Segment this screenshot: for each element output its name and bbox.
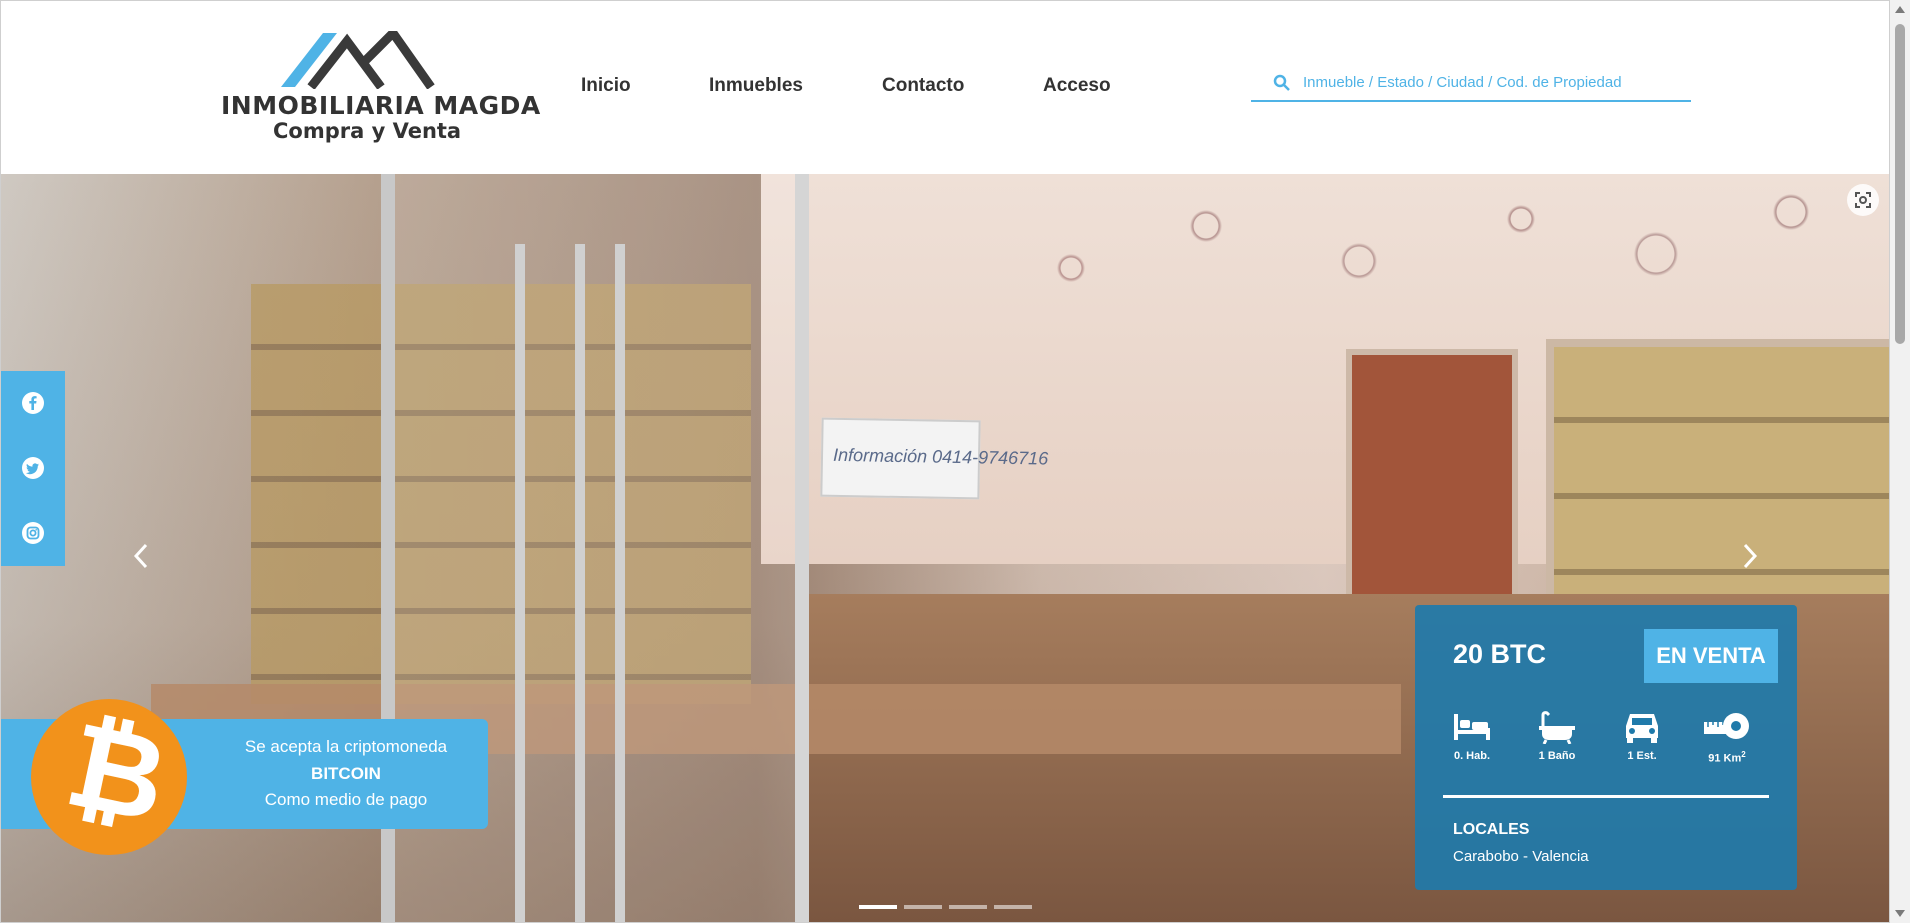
nav-item-inicio[interactable]: Inicio	[581, 75, 631, 97]
property-type: LOCALES	[1453, 821, 1530, 838]
car-icon	[1626, 714, 1658, 743]
slider-dot[interactable]	[904, 905, 942, 909]
scroll-up-icon[interactable]	[1895, 6, 1905, 13]
scroll-thumb[interactable]	[1895, 24, 1905, 344]
feature-area: 91 Km2	[1697, 710, 1757, 765]
property-card[interactable]: 20 BTC EN VENTA 0. Hab. 1 Baño 1 Est. 91…	[1415, 605, 1797, 890]
feature-area-value: 91 Km	[1708, 752, 1742, 765]
slider-dot[interactable]	[994, 905, 1032, 909]
feature-area-unit-sup: 2	[1741, 750, 1746, 759]
page: INMOBILIARIA MAGDA Compra y Venta Inicio…	[0, 0, 1890, 923]
card-divider	[1443, 795, 1769, 798]
nav-item-inmuebles[interactable]: Inmuebles	[709, 75, 803, 97]
slide-photo-decor	[981, 184, 1881, 324]
feature-area-label: 91 Km2	[1697, 750, 1757, 765]
feature-bathrooms: 1 Baño	[1527, 710, 1587, 762]
slider-dot[interactable]	[949, 905, 987, 909]
instagram-icon	[22, 522, 44, 544]
brand-name: INMOBILIARIA MAGDA	[221, 91, 541, 120]
chevron-left-icon	[133, 543, 148, 569]
fullscreen-icon	[1855, 192, 1871, 208]
site-header: INMOBILIARIA MAGDA Compra y Venta Inicio…	[1, 1, 1889, 174]
nav-item-contacto[interactable]: Contacto	[882, 75, 964, 97]
bitcoin-banner-line1: Se acepta la criptomoneda	[244, 737, 448, 756]
slider-next-button[interactable]	[1740, 541, 1760, 580]
glass-door-bar	[615, 244, 625, 922]
logo[interactable]: INMOBILIARIA MAGDA Compra y Venta	[216, 31, 540, 146]
bed-icon	[1454, 714, 1490, 740]
bathtub-icon	[1539, 711, 1575, 744]
feature-parking: 1 Est.	[1612, 710, 1672, 762]
bitcoin-icon: ₿	[31, 694, 187, 855]
nav-item-acceso[interactable]: Acceso	[1043, 75, 1111, 97]
property-status-badge: EN VENTA	[1644, 629, 1778, 683]
bitcoin-banner-line2: BITCOIN	[311, 764, 381, 783]
facebook-icon	[22, 392, 44, 414]
search-icon	[1273, 74, 1290, 91]
glass-door-bar	[515, 244, 525, 922]
chevron-right-icon	[1743, 543, 1758, 569]
feature-parking-label: 1 Est.	[1627, 750, 1657, 762]
roof-logo-icon	[281, 31, 435, 89]
property-location: Carabobo - Valencia	[1453, 848, 1589, 865]
feature-bathrooms-label: 1 Baño	[1538, 750, 1576, 762]
sign-text: Información 0414-9746716	[832, 444, 1049, 469]
twitter-icon	[22, 457, 44, 479]
search-input[interactable]: Inmueble / Estado / Ciudad / Cod. de Pro…	[1251, 68, 1691, 102]
slider-prev-button[interactable]	[131, 541, 151, 580]
bitcoin-symbol: ₿	[55, 694, 179, 850]
tape-measure-icon	[1704, 713, 1749, 739]
slide-photo-sign: Información 0414-9746716	[820, 417, 1048, 500]
instagram-link[interactable]	[21, 521, 45, 545]
fullscreen-button[interactable]	[1847, 184, 1879, 216]
brand-tagline: Compra y Venta	[273, 119, 462, 143]
slider-dot[interactable]	[859, 905, 897, 909]
search-placeholder: Inmueble / Estado / Ciudad / Cod. de Pro…	[1303, 74, 1622, 91]
feature-bedrooms: 0. Hab.	[1442, 710, 1502, 762]
scrollbar[interactable]	[1890, 0, 1910, 923]
feature-bedrooms-label: 0. Hab.	[1453, 750, 1491, 762]
glass-door-bar	[575, 244, 585, 922]
scroll-down-icon[interactable]	[1895, 910, 1905, 917]
bitcoin-banner-line3: Como medio de pago	[264, 790, 428, 809]
social-sidebar	[1, 371, 65, 566]
twitter-link[interactable]	[21, 456, 45, 480]
property-price: 20 BTC	[1453, 639, 1547, 669]
facebook-link[interactable]	[21, 391, 45, 415]
